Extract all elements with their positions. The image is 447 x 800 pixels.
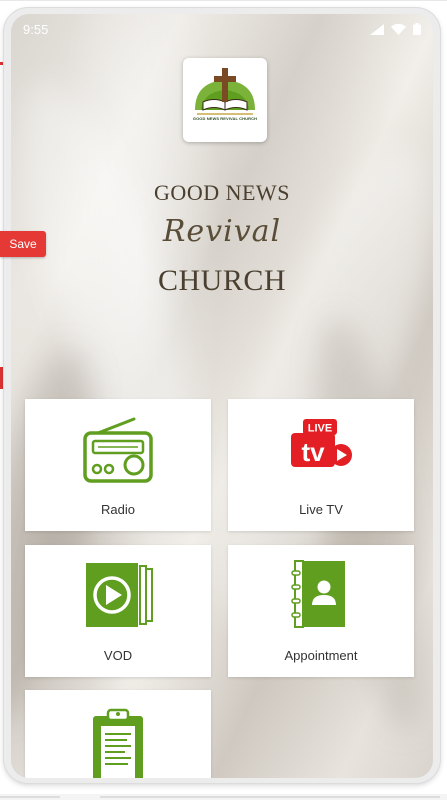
vod-label: VOD <box>103 648 133 663</box>
appointment-label: Appointment <box>284 648 358 663</box>
live-tv-label: Live TV <box>299 502 343 517</box>
contact-book-icon <box>291 560 345 628</box>
status-time: 9:55 <box>23 22 49 37</box>
signal-icon <box>370 23 384 35</box>
radio-icon <box>83 417 153 483</box>
clipboard-tile[interactable] <box>25 690 211 778</box>
brand-title-line1: GOOD NEWS <box>154 180 290 205</box>
save-button[interactable]: Save <box>0 231 46 257</box>
app-screen: 9:55 GOOD NEWS REVIVAL CHURCH GOOD NEWS … <box>11 14 433 778</box>
radio-tile[interactable]: Radio <box>25 399 211 531</box>
status-bar: 9:55 <box>11 14 433 44</box>
cross-bible-icon <box>195 68 255 115</box>
battery-icon <box>413 23 421 35</box>
page-top-rule <box>0 0 447 1</box>
vod-tile[interactable]: VOD <box>25 545 211 677</box>
church-logo: GOOD NEWS REVIVAL CHURCH <box>183 58 267 142</box>
tv-badge-text: tv <box>301 437 325 467</box>
logo-caption: GOOD NEWS REVIVAL CHURCH <box>192 116 258 121</box>
brand-title-line3: CHURCH <box>157 264 287 297</box>
live-tv-icon: LIVE tv <box>285 419 357 473</box>
appointment-tile[interactable]: Appointment <box>228 545 414 677</box>
live-tv-tile[interactable]: LIVE tv Live TV <box>228 399 414 531</box>
wifi-icon <box>391 23 406 35</box>
live-badge-text: LIVE <box>308 423 332 435</box>
clipboard-icon <box>93 708 143 778</box>
radio-label: Radio <box>101 502 135 517</box>
bottom-strip <box>0 794 447 800</box>
phone-frame: 9:55 GOOD NEWS REVIVAL CHURCH GOOD NEWS … <box>4 8 440 783</box>
video-play-icon <box>86 563 153 627</box>
brand-title-line2: Revival <box>162 214 282 249</box>
